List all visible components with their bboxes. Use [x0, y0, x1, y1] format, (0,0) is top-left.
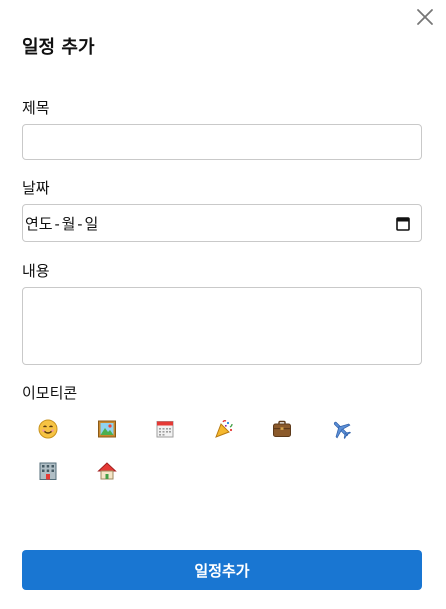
close-icon	[417, 9, 433, 25]
emoticon-briefcase-button[interactable]	[263, 410, 301, 448]
dialog-title: 일정 추가	[22, 37, 95, 58]
house-icon	[97, 462, 117, 480]
title-input[interactable]	[22, 124, 422, 160]
add-schedule-button[interactable]: 일정추가	[22, 550, 422, 590]
calendar-icon[interactable]	[396, 216, 410, 231]
briefcase-icon	[273, 420, 291, 437]
date-placeholder: 연도-월-일	[25, 214, 99, 233]
content-label: 내용	[22, 262, 50, 280]
emoticon-party-popper-button[interactable]	[205, 410, 243, 448]
date-input[interactable]: 연도-월-일	[22, 204, 422, 242]
emoticon-calendar-button[interactable]	[146, 410, 184, 448]
emoticon-smiley-face-button[interactable]	[29, 410, 67, 448]
emoticon-office-building-button[interactable]	[29, 452, 67, 490]
emoticon-label: 이모티콘	[22, 384, 78, 402]
emoticon-house-button[interactable]	[88, 452, 126, 490]
emoticon-picture-frame-button[interactable]	[88, 410, 126, 448]
title-label: 제목	[22, 99, 50, 117]
airplane-icon	[333, 421, 351, 439]
content-textarea[interactable]	[22, 287, 422, 365]
emoticon-airplane-button[interactable]	[322, 410, 360, 448]
close-button[interactable]	[414, 6, 436, 28]
add-schedule-dialog: 일정 추가 제목 날짜 연도-월-일 내용 이모티콘 일정추가	[0, 0, 446, 609]
date-label: 날짜	[22, 179, 50, 197]
party-popper-icon	[215, 420, 233, 438]
calendar-emoji-icon	[156, 421, 174, 438]
picture-frame-icon	[98, 420, 116, 438]
smiley-face-icon	[38, 419, 58, 439]
office-building-icon	[39, 462, 57, 480]
